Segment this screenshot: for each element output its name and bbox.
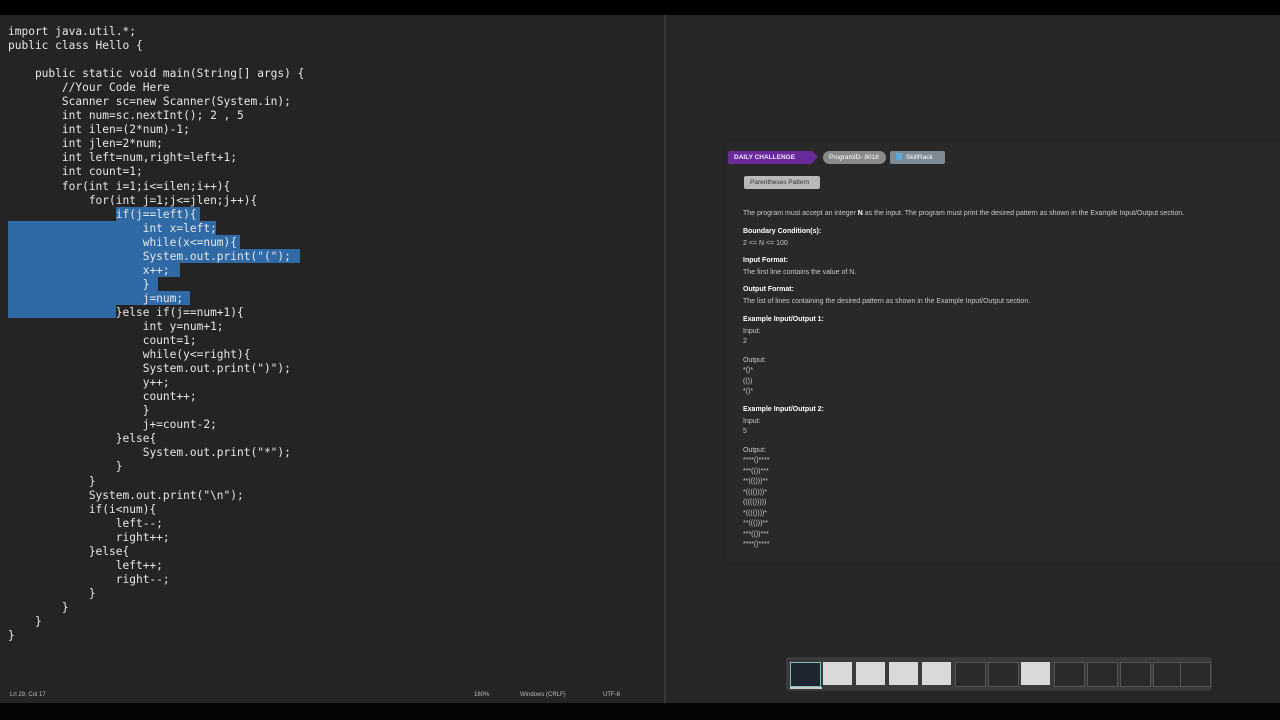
encoding[interactable]: UTF-8 [603, 692, 620, 698]
code-line[interactable]: int y=num+1; [8, 320, 304, 334]
code-line[interactable]: for(int j=1;j<=jlen;j++){ [8, 194, 304, 208]
input-format-text: The first line contains the value of N. [743, 269, 857, 276]
code-line[interactable]: int left=num,right=left+1; [8, 151, 304, 165]
skillrack-label: SkillRack [906, 154, 933, 161]
code-line[interactable]: } [8, 601, 304, 615]
thumbnail[interactable] [922, 662, 951, 685]
code-line[interactable]: while(x<=num){ [8, 236, 304, 250]
daily-challenge-badge: DAILY CHALLENGE [728, 151, 818, 164]
boundary-heading: Boundary Condition(s): [743, 228, 822, 235]
skillrack-badge: SkillRack [890, 151, 945, 164]
example2-heading: Example Input/Output 2: [743, 406, 824, 413]
code-line[interactable]: }else if(j==num+1){ [8, 306, 304, 320]
input-format-heading: Input Format: [743, 257, 789, 264]
code-editor[interactable]: import java.util.*; public class Hello { … [0, 15, 664, 703]
example1-output: *()* (()) *()* [743, 367, 754, 395]
code-line[interactable]: System.out.print(")"); [8, 362, 304, 376]
thumbnail[interactable] [823, 662, 852, 685]
intro-text-b: as the input. The program must print the… [862, 210, 1185, 217]
example2-input-label: Input: [743, 418, 761, 425]
code-line[interactable]: } [8, 629, 304, 643]
code-line[interactable]: if(i<num){ [8, 503, 304, 517]
code-line[interactable]: int count=1; [8, 165, 304, 179]
code-line[interactable]: int num=sc.nextInt(); 2 , 5 [8, 109, 304, 123]
code-line[interactable]: while(y<=right){ [8, 348, 304, 362]
code-line[interactable]: right--; [8, 573, 304, 587]
skillrack-icon [896, 153, 902, 160]
boundary-text: 2 <= N <= 100 [743, 240, 788, 247]
code-line[interactable]: System.out.print("*"); [8, 446, 304, 460]
thumbnail[interactable] [955, 662, 986, 687]
code-line[interactable]: import java.util.*; [8, 25, 304, 39]
code-line[interactable]: } [8, 587, 304, 601]
thumbnail-active-indicator [790, 687, 822, 689]
cursor-position[interactable]: Ln 29, Col 17 [10, 692, 46, 698]
problem-card [727, 143, 1280, 561]
example2-input: 5 [743, 428, 747, 435]
thumbnail[interactable] [1054, 662, 1085, 687]
thumbnail[interactable] [988, 662, 1019, 687]
thumbnail[interactable] [1120, 662, 1151, 687]
status-bar: Ln 29, Col 17 160% Windows (CRLF) UTF-8 [0, 687, 664, 703]
code-line[interactable]: count++; [8, 390, 304, 404]
output-format-heading: Output Format: [743, 286, 794, 293]
code-text[interactable]: import java.util.*; public class Hello { … [8, 25, 304, 643]
code-line[interactable]: j=num; [8, 292, 304, 306]
code-line[interactable]: }else{ [8, 432, 304, 446]
code-line[interactable]: int jlen=2*num; [8, 137, 304, 151]
code-line[interactable]: left--; [8, 517, 304, 531]
zoom-level[interactable]: 160% [474, 692, 489, 698]
bottom-black-bar [0, 703, 1280, 720]
thumbnail[interactable] [889, 662, 918, 685]
top-black-bar [0, 0, 1280, 15]
example1-heading: Example Input/Output 1: [743, 316, 824, 323]
code-line[interactable]: right++; [8, 531, 304, 545]
code-line[interactable]: y++; [8, 376, 304, 390]
example2-output: ****()**** ***(())*** **((()))** *(((())… [743, 457, 770, 548]
code-line[interactable]: j+=count-2; [8, 418, 304, 432]
code-line[interactable]: x++; [8, 264, 304, 278]
code-line[interactable]: for(int i=1;i<=ilen;i++){ [8, 180, 304, 194]
problem-title-badge: Parentheses Pattern [744, 176, 820, 189]
code-line[interactable]: } [8, 460, 304, 474]
code-line[interactable]: } [8, 404, 304, 418]
code-line[interactable]: public static void main(String[] args) { [8, 67, 304, 81]
example1-output-label: Output: [743, 357, 766, 364]
code-line[interactable]: if(j==left){ [8, 208, 304, 222]
line-ending[interactable]: Windows (CRLF) [520, 692, 566, 698]
code-line[interactable]: count=1; [8, 334, 304, 348]
example1-input-label: Input: [743, 328, 761, 335]
intro-text-a: The program must accept an integer [743, 210, 858, 217]
code-line[interactable] [8, 53, 304, 67]
example1-input: 2 [743, 338, 747, 345]
thumbnail[interactable] [790, 662, 821, 687]
thumbnail[interactable] [856, 662, 885, 685]
code-line[interactable]: left++; [8, 559, 304, 573]
code-line[interactable]: int ilen=(2*num)-1; [8, 123, 304, 137]
code-line[interactable]: }else{ [8, 545, 304, 559]
code-line[interactable]: System.out.print("("); [8, 250, 304, 264]
code-line[interactable]: public class Hello { [8, 39, 304, 53]
program-id-badge: ProgramID- 8018 [823, 151, 886, 164]
example2-output-label: Output: [743, 447, 766, 454]
code-line[interactable]: Scanner sc=new Scanner(System.in); [8, 95, 304, 109]
code-line[interactable]: int x=left; [8, 222, 304, 236]
code-line[interactable]: } [8, 475, 304, 489]
thumbnail[interactable] [1180, 662, 1211, 687]
code-line[interactable]: } [8, 615, 304, 629]
code-line[interactable]: } [8, 278, 304, 292]
thumbnail[interactable] [1021, 662, 1050, 685]
output-format-text: The list of lines containing the desired… [743, 298, 1031, 305]
code-line[interactable]: System.out.print("\n"); [8, 489, 304, 503]
problem-intro: The program must accept an integer N as … [743, 209, 1184, 218]
thumbnail[interactable] [1087, 662, 1118, 687]
code-line[interactable]: //Your Code Here [8, 81, 304, 95]
